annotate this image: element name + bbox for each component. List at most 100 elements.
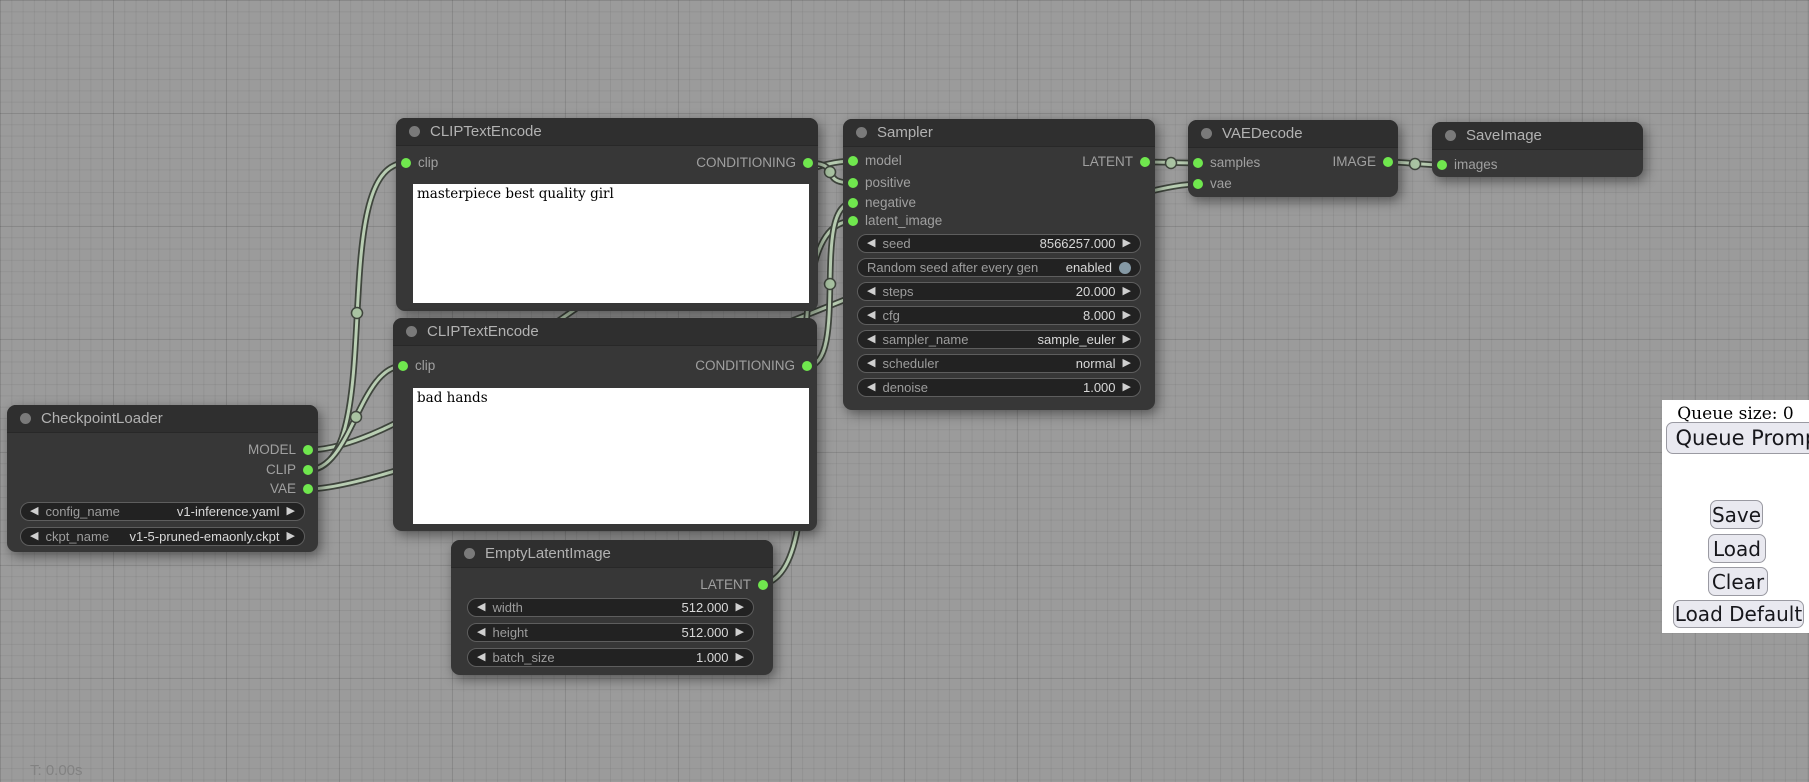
save-button[interactable]: Save xyxy=(1710,500,1763,529)
widget-seed[interactable]: ◀ seed 8566257.000 ▶ xyxy=(857,234,1141,253)
node-checkpoint-loader[interactable]: CheckpointLoader MODEL CLIP VAE ◀ config… xyxy=(7,405,318,552)
output-socket[interactable] xyxy=(303,484,313,494)
node-graph-canvas[interactable]: CheckpointLoader MODEL CLIP VAE ◀ config… xyxy=(0,0,1809,782)
decrement-arrow-icon[interactable]: ◀ xyxy=(867,354,875,373)
input-socket[interactable] xyxy=(401,158,411,168)
widget-label: sampler_name xyxy=(882,332,968,347)
node-title-bar[interactable]: SaveImage xyxy=(1432,122,1643,150)
widget-value: 8566257.000 xyxy=(1040,236,1116,251)
input-slot-clip: clip xyxy=(398,359,435,373)
input-socket[interactable] xyxy=(1437,160,1447,170)
increment-arrow-icon[interactable]: ▶ xyxy=(1123,378,1131,397)
output-socket[interactable] xyxy=(1140,157,1150,167)
node-clip-text-encode-positive[interactable]: CLIPTextEncode clip CONDITIONING masterp… xyxy=(396,118,818,311)
widget-random-seed-toggle[interactable]: Random seed after every gen enabled xyxy=(857,258,1141,277)
widget-label: config_name xyxy=(45,504,119,519)
decrement-arrow-icon[interactable]: ◀ xyxy=(477,648,485,667)
node-title-bar[interactable]: CLIPTextEncode xyxy=(396,118,818,146)
widget-value: 8.000 xyxy=(1083,308,1116,323)
widget-denoise[interactable]: ◀ denoise 1.000 ▶ xyxy=(857,378,1141,397)
node-title-bar[interactable]: Sampler xyxy=(843,119,1155,147)
output-socket[interactable] xyxy=(803,158,813,168)
node-empty-latent-image[interactable]: EmptyLatentImage LATENT ◀ width 512.000 … xyxy=(451,540,773,675)
slot-label: negative xyxy=(865,196,916,210)
increment-arrow-icon[interactable]: ▶ xyxy=(287,527,295,546)
node-title: Sampler xyxy=(877,124,933,141)
widget-value: normal xyxy=(1076,356,1116,371)
increment-arrow-icon[interactable]: ▶ xyxy=(1123,330,1131,349)
widget-label: batch_size xyxy=(492,650,554,665)
clear-button[interactable]: Clear xyxy=(1708,567,1768,596)
output-socket[interactable] xyxy=(1383,157,1393,167)
increment-arrow-icon[interactable]: ▶ xyxy=(736,598,744,617)
slot-label: vae xyxy=(1210,177,1232,191)
input-slot-samples: samples xyxy=(1193,156,1260,170)
input-slot-vae: vae xyxy=(1193,177,1232,191)
input-socket[interactable] xyxy=(398,361,408,371)
positive-prompt-textarea[interactable]: masterpiece best quality girl xyxy=(413,184,809,303)
decrement-arrow-icon[interactable]: ◀ xyxy=(30,502,38,521)
widget-steps[interactable]: ◀ steps 20.000 ▶ xyxy=(857,282,1141,301)
widget-value: 1.000 xyxy=(1083,380,1116,395)
decrement-arrow-icon[interactable]: ◀ xyxy=(867,306,875,325)
node-title-bar[interactable]: EmptyLatentImage xyxy=(451,540,773,568)
node-title-bar[interactable]: VAEDecode xyxy=(1188,120,1398,148)
widget-config-name[interactable]: ◀ config_name v1-inference.yaml ▶ xyxy=(20,502,305,521)
node-sampler[interactable]: Sampler model positive negative latent_i… xyxy=(843,119,1155,410)
increment-arrow-icon[interactable]: ▶ xyxy=(1123,282,1131,301)
decrement-arrow-icon[interactable]: ◀ xyxy=(867,234,875,253)
increment-arrow-icon[interactable]: ▶ xyxy=(1123,354,1131,373)
node-status-dot xyxy=(1201,128,1212,139)
negative-prompt-textarea[interactable]: bad hands xyxy=(413,388,809,524)
increment-arrow-icon[interactable]: ▶ xyxy=(736,623,744,642)
input-socket[interactable] xyxy=(1193,179,1203,189)
input-socket[interactable] xyxy=(848,156,858,166)
widget-scheduler[interactable]: ◀ scheduler normal ▶ xyxy=(857,354,1141,373)
node-title-bar[interactable]: CLIPTextEncode xyxy=(393,318,817,346)
output-socket[interactable] xyxy=(303,445,313,455)
node-title: EmptyLatentImage xyxy=(485,545,611,562)
queue-size-label: Queue size: 0 xyxy=(1662,404,1809,424)
decrement-arrow-icon[interactable]: ◀ xyxy=(867,330,875,349)
input-slot-images: images xyxy=(1437,158,1498,172)
input-slot-model: model xyxy=(848,154,902,168)
decrement-arrow-icon[interactable]: ◀ xyxy=(867,282,875,301)
node-title-bar[interactable]: CheckpointLoader xyxy=(7,405,318,433)
increment-arrow-icon[interactable]: ▶ xyxy=(1123,234,1131,253)
decrement-arrow-icon[interactable]: ◀ xyxy=(867,378,875,397)
widget-label: steps xyxy=(882,284,913,299)
widget-width[interactable]: ◀ width 512.000 ▶ xyxy=(467,598,754,617)
input-socket[interactable] xyxy=(848,198,858,208)
output-socket[interactable] xyxy=(802,361,812,371)
widget-label: ckpt_name xyxy=(45,529,109,544)
widget-ckpt-name[interactable]: ◀ ckpt_name v1-5-pruned-emaonly.ckpt ▶ xyxy=(20,527,305,546)
widget-label: Random seed after every gen xyxy=(867,260,1038,275)
link-midpoint-dot xyxy=(825,279,836,290)
node-title: CheckpointLoader xyxy=(41,410,163,427)
node-status-dot xyxy=(1445,130,1456,141)
output-socket[interactable] xyxy=(303,465,313,475)
widget-batch-size[interactable]: ◀ batch_size 1.000 ▶ xyxy=(467,648,754,667)
widget-cfg[interactable]: ◀ cfg 8.000 ▶ xyxy=(857,306,1141,325)
input-socket[interactable] xyxy=(1193,158,1203,168)
node-clip-text-encode-negative[interactable]: CLIPTextEncode clip CONDITIONING bad han… xyxy=(393,318,817,531)
increment-arrow-icon[interactable]: ▶ xyxy=(736,648,744,667)
input-socket[interactable] xyxy=(848,216,858,226)
output-socket[interactable] xyxy=(758,580,768,590)
queue-prompt-button[interactable]: Queue Prompt xyxy=(1666,422,1809,454)
slot-label: LATENT xyxy=(1082,155,1133,169)
node-vae-decode[interactable]: VAEDecode samples vae IMAGE xyxy=(1188,120,1398,197)
widget-height[interactable]: ◀ height 512.000 ▶ xyxy=(467,623,754,642)
load-button[interactable]: Load xyxy=(1708,534,1766,563)
input-socket[interactable] xyxy=(848,178,858,188)
decrement-arrow-icon[interactable]: ◀ xyxy=(477,598,485,617)
widget-sampler-name[interactable]: ◀ sampler_name sample_euler ▶ xyxy=(857,330,1141,349)
decrement-arrow-icon[interactable]: ◀ xyxy=(30,527,38,546)
decrement-arrow-icon[interactable]: ◀ xyxy=(477,623,485,642)
node-save-image[interactable]: SaveImage images xyxy=(1432,122,1643,177)
node-status-dot xyxy=(409,126,420,137)
increment-arrow-icon[interactable]: ▶ xyxy=(287,502,295,521)
toggle-circle-icon[interactable] xyxy=(1119,262,1131,274)
load-default-button[interactable]: Load Default xyxy=(1673,600,1804,628)
increment-arrow-icon[interactable]: ▶ xyxy=(1123,306,1131,325)
